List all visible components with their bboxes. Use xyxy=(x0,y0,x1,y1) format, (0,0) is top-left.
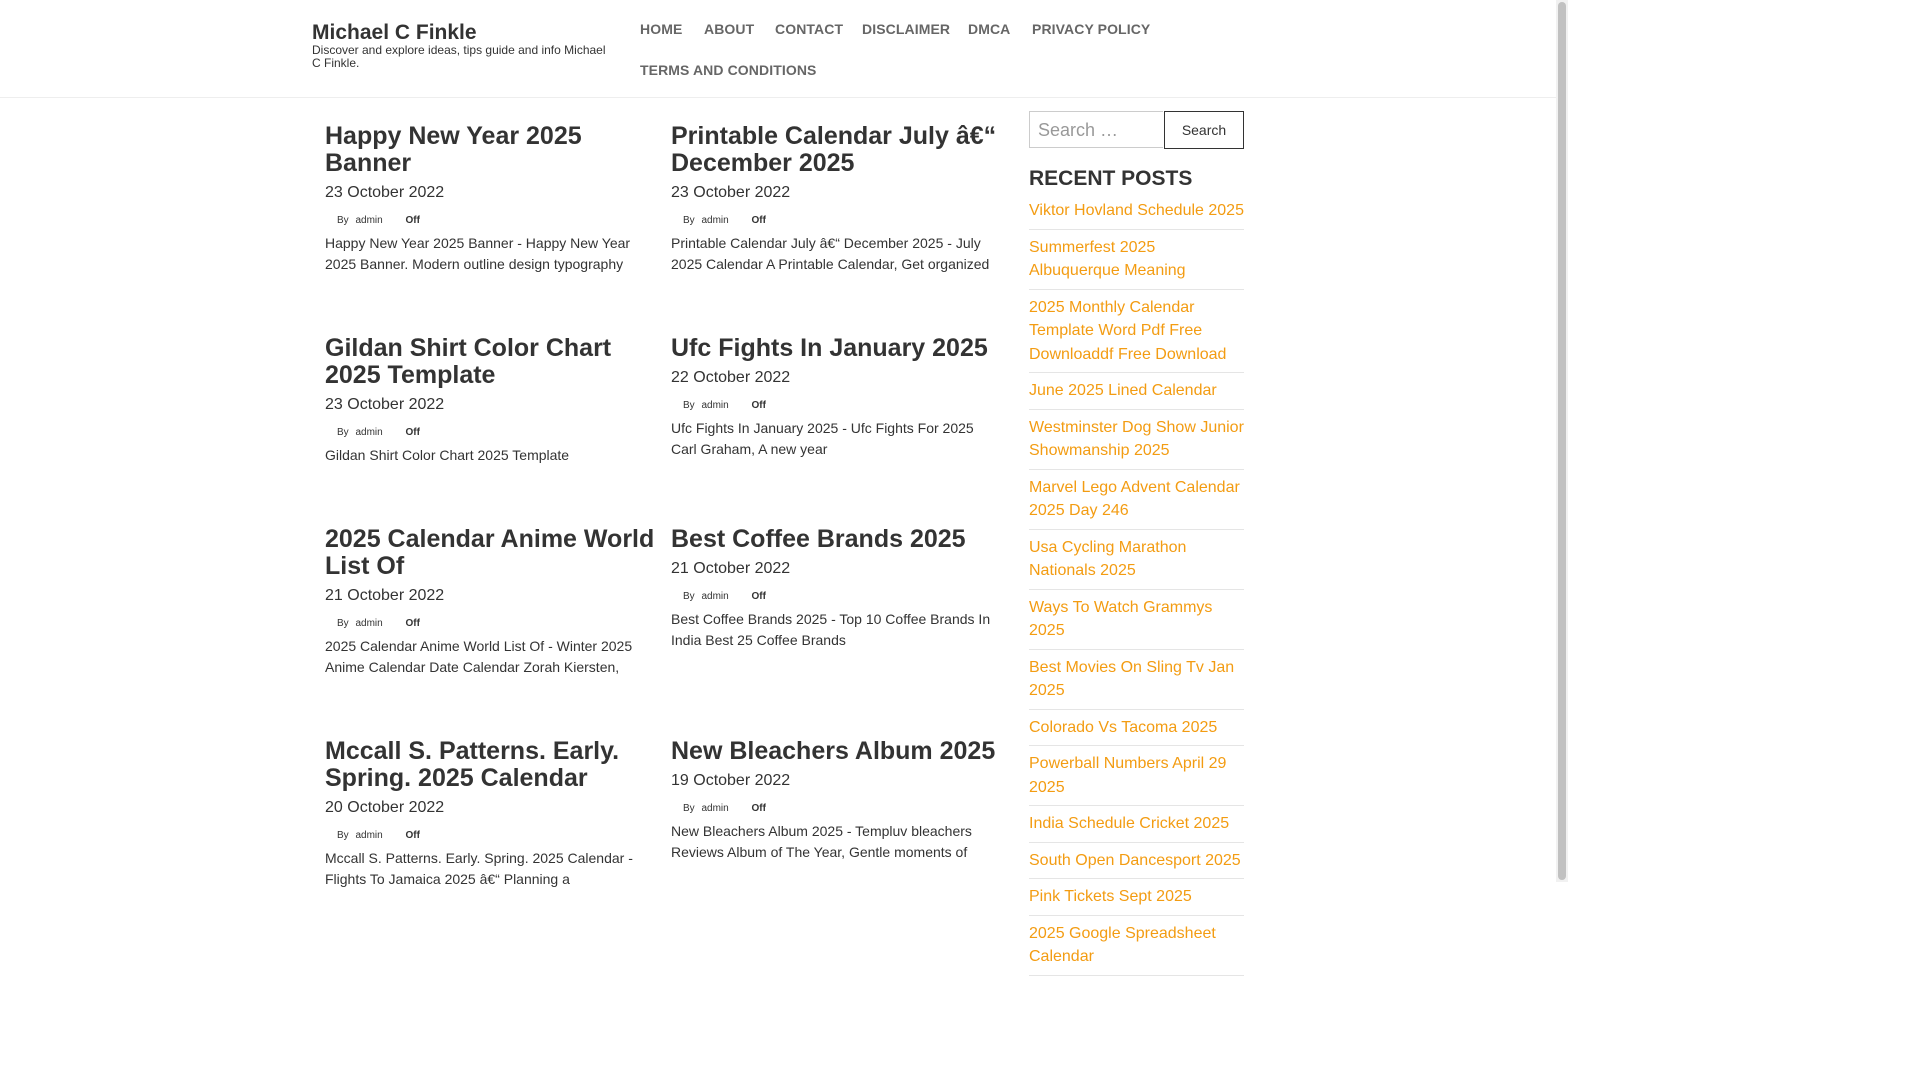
post-card: 2025 Calendar Anime World List Of 21 Oct… xyxy=(325,526,655,678)
post-date[interactable]: 19 October 2022 xyxy=(671,769,1001,793)
post-card: Gildan Shirt Color Chart 2025 Template 2… xyxy=(325,335,655,466)
recent-post-link[interactable]: Summerfest 2025 Albuquerque Meaning xyxy=(1029,230,1244,290)
post-card: Happy New Year 2025 Banner 23 October 20… xyxy=(325,123,655,275)
post-author-link[interactable]: admin xyxy=(701,215,728,226)
post-meta: By admin Off xyxy=(671,399,1001,413)
post-by-label: By xyxy=(683,803,695,814)
post-meta: By admin Off xyxy=(325,829,655,843)
nav-privacy-policy[interactable]: PRIVACY POLICY xyxy=(1032,21,1150,37)
post-title[interactable]: 2025 Calendar Anime World List Of xyxy=(325,526,655,580)
post-meta: By admin Off xyxy=(671,802,1001,816)
post-excerpt: New Bleachers Album 2025 - Templuv bleac… xyxy=(671,823,972,860)
nav-contact[interactable]: CONTACT xyxy=(775,21,843,37)
post-author-link[interactable]: admin xyxy=(701,400,728,411)
post-excerpt: Best Coffee Brands 2025 - Top 10 Coffee … xyxy=(671,611,991,648)
post-by-label: By xyxy=(337,830,349,841)
post-meta: By admin Off xyxy=(325,426,655,440)
post-card: Printable Calendar July â€“ December 202… xyxy=(671,123,1001,275)
post-card: Ufc Fights In January 2025 22 October 20… xyxy=(671,335,1001,460)
nav-about[interactable]: ABOUT xyxy=(704,21,754,37)
post-comments-link[interactable]: Off xyxy=(405,618,419,629)
site-header: Michael C Finkle Discover and explore id… xyxy=(0,0,1556,98)
recent-post-link[interactable]: Westminster Dog Show Junior Showmanship … xyxy=(1029,410,1244,470)
nav-disclaimer[interactable]: DISCLAIMER xyxy=(862,21,950,37)
post-comments-link[interactable]: Off xyxy=(751,215,765,226)
post-comments-link[interactable]: Off xyxy=(751,591,765,602)
scrollbar-thumb[interactable] xyxy=(1558,2,1566,880)
post-by-label: By xyxy=(337,618,349,629)
post-excerpt: Gildan Shirt Color Chart 2025 Template xyxy=(325,447,570,463)
post-author-link[interactable]: admin xyxy=(355,215,382,226)
post-comments-link[interactable]: Off xyxy=(751,400,765,411)
post-comments-link[interactable]: Off xyxy=(405,215,419,226)
recent-post-link[interactable]: Ways To Watch Grammys 2025 xyxy=(1029,590,1244,650)
post-date[interactable]: 21 October 2022 xyxy=(325,584,655,608)
search-input[interactable]: Search … xyxy=(1029,111,1163,148)
recent-post-link[interactable]: Pink Tickets Sept 2025 xyxy=(1029,879,1244,916)
nav-dmca[interactable]: DMCA xyxy=(968,21,1010,37)
post-card: New Bleachers Album 2025 19 October 2022… xyxy=(671,738,1001,863)
recent-post-link[interactable]: Powerball Numbers April 29 2025 xyxy=(1029,746,1244,806)
post-title[interactable]: Ufc Fights In January 2025 xyxy=(671,335,1001,362)
page-scrollbar[interactable] xyxy=(1556,0,1568,882)
post-card: Best Coffee Brands 2025 21 October 2022 … xyxy=(671,526,1001,651)
post-comments-link[interactable]: Off xyxy=(405,830,419,841)
post-excerpt: Ufc Fights In January 2025 - Ufc Fights … xyxy=(671,420,974,457)
recent-post-link[interactable]: Best Movies On Sling Tv Jan 2025 xyxy=(1029,650,1244,710)
post-author-link[interactable]: admin xyxy=(355,618,382,629)
post-excerpt: Happy New Year 2025 Banner - Happy New Y… xyxy=(325,235,631,272)
post-title[interactable]: Mccall S. Patterns. Early. Spring. 2025 … xyxy=(325,738,655,792)
post-author-link[interactable]: admin xyxy=(701,803,728,814)
post-author-link[interactable]: admin xyxy=(701,591,728,602)
post-excerpt: Mccall S. Patterns. Early. Spring. 2025 … xyxy=(325,850,633,887)
post-by-label: By xyxy=(683,591,695,602)
post-card: Mccall S. Patterns. Early. Spring. 2025 … xyxy=(325,738,655,890)
post-meta: By admin Off xyxy=(671,214,1001,228)
post-date[interactable]: 23 October 2022 xyxy=(325,181,655,205)
post-meta: By admin Off xyxy=(325,617,655,631)
post-excerpt: Printable Calendar July â€“ December 202… xyxy=(671,235,990,272)
search-button[interactable]: Search xyxy=(1164,111,1244,149)
post-by-label: By xyxy=(683,215,695,226)
recent-post-link[interactable]: Viktor Hovland Schedule 2025 xyxy=(1029,198,1244,230)
post-by-label: By xyxy=(683,400,695,411)
recent-post-link[interactable]: June 2025 Lined Calendar xyxy=(1029,373,1244,410)
recent-post-link[interactable]: India Schedule Cricket 2025 xyxy=(1029,806,1244,843)
post-title[interactable]: New Bleachers Album 2025 xyxy=(671,738,1001,765)
recent-post-link[interactable]: Usa Cycling Marathon Nationals 2025 xyxy=(1029,530,1244,590)
post-title[interactable]: Gildan Shirt Color Chart 2025 Template xyxy=(325,335,655,389)
post-by-label: By xyxy=(337,427,349,438)
post-date[interactable]: 23 October 2022 xyxy=(671,181,1001,205)
post-date[interactable]: 22 October 2022 xyxy=(671,366,1001,390)
post-date[interactable]: 23 October 2022 xyxy=(325,393,655,417)
recent-posts-title: RECENT POSTS xyxy=(1029,167,1193,190)
nav-terms-and-conditions[interactable]: TERMS AND CONDITIONS xyxy=(640,62,816,78)
post-meta: By admin Off xyxy=(671,590,1001,604)
post-title[interactable]: Happy New Year 2025 Banner xyxy=(325,123,655,177)
post-comments-link[interactable]: Off xyxy=(751,803,765,814)
post-excerpt: 2025 Calendar Anime World List Of - Wint… xyxy=(325,638,633,675)
post-author-link[interactable]: admin xyxy=(355,830,382,841)
recent-post-link[interactable]: Colorado Vs Tacoma 2025 xyxy=(1029,710,1244,746)
site-description: Discover and explore ideas, tips guide a… xyxy=(312,43,606,70)
post-author-link[interactable]: admin xyxy=(355,427,382,438)
post-title[interactable]: Printable Calendar July â€“ December 202… xyxy=(671,123,1001,177)
recent-posts-list: Viktor Hovland Schedule 2025 Summerfest … xyxy=(1029,198,1244,976)
recent-post-link[interactable]: South Open Dancesport 2025 xyxy=(1029,843,1244,879)
recent-post-link[interactable]: 2025 Monthly Calendar Template Word Pdf … xyxy=(1029,290,1244,373)
post-date[interactable]: 20 October 2022 xyxy=(325,796,655,820)
nav-home[interactable]: HOME xyxy=(640,21,682,37)
post-title[interactable]: Best Coffee Brands 2025 xyxy=(671,526,1001,553)
post-comments-link[interactable]: Off xyxy=(405,427,419,438)
post-date[interactable]: 21 October 2022 xyxy=(671,557,1001,581)
recent-post-link[interactable]: Marvel Lego Advent Calendar 2025 Day 246 xyxy=(1029,470,1244,530)
recent-post-link[interactable]: 2025 Google Spreadsheet Calendar xyxy=(1029,916,1244,976)
post-by-label: By xyxy=(337,215,349,226)
site-title[interactable]: Michael C Finkle xyxy=(312,21,477,45)
post-meta: By admin Off xyxy=(325,214,655,228)
